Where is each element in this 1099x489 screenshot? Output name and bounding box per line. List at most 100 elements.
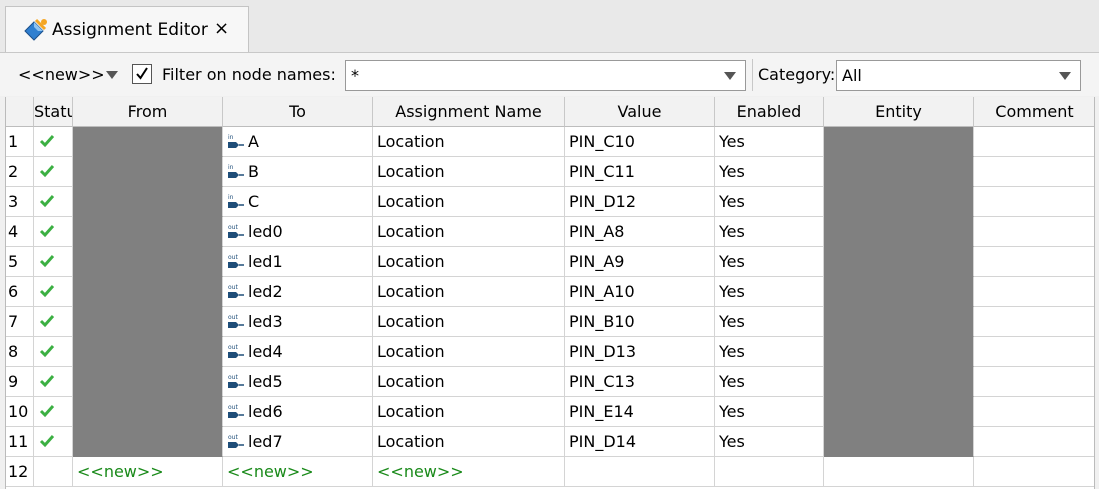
table-row[interactable]: 10 out led6 Location PIN_E14 Yes [6,397,1094,427]
from-cell[interactable] [73,187,223,217]
column-header-entity[interactable]: Entity [824,97,974,127]
table-row[interactable]: 4 out led0 Location PIN_A8 Yes [6,217,1094,247]
new-assignment-name-cell[interactable]: <<new>> [373,457,565,487]
chevron-down-icon[interactable] [724,72,736,80]
from-cell[interactable] [73,157,223,187]
enabled-cell[interactable]: Yes [715,427,824,457]
enabled-cell[interactable]: Yes [715,217,824,247]
column-header-value[interactable]: Value [565,97,715,127]
enabled-cell[interactable]: Yes [715,307,824,337]
value-cell[interactable] [565,457,715,487]
table-row[interactable]: 6 out led2 Location PIN_A10 Yes [6,277,1094,307]
assignment-name-cell[interactable]: Location [373,307,565,337]
new-row[interactable]: 12 <<new>> <<new>> <<new>> [6,457,1094,487]
entity-cell[interactable] [824,277,974,307]
assignment-name-cell[interactable]: Location [373,277,565,307]
to-cell[interactable]: out led0 [223,217,373,247]
comment-cell[interactable] [974,277,1094,307]
entity-cell[interactable] [824,397,974,427]
column-header-to[interactable]: To [223,97,373,127]
table-row[interactable]: 2 in B Location PIN_C11 Yes [6,157,1094,187]
enabled-cell[interactable]: Yes [715,397,824,427]
enabled-cell[interactable]: Yes [715,157,824,187]
comment-cell[interactable] [974,187,1094,217]
column-header-enabled[interactable]: Enabled [715,97,824,127]
to-cell[interactable]: out led5 [223,367,373,397]
comment-cell[interactable] [974,157,1094,187]
to-cell[interactable]: in B [223,157,373,187]
to-cell[interactable]: out led4 [223,337,373,367]
comment-cell[interactable] [974,427,1094,457]
enabled-cell[interactable]: Yes [715,367,824,397]
to-cell[interactable]: in C [223,187,373,217]
assignment-name-cell[interactable]: Location [373,157,565,187]
column-header-status[interactable]: Statu [34,97,73,127]
value-cell[interactable]: PIN_C10 [565,127,715,157]
value-cell[interactable]: PIN_B10 [565,307,715,337]
column-header-assignment-name[interactable]: Assignment Name [373,97,565,127]
comment-cell[interactable] [974,337,1094,367]
value-cell[interactable]: PIN_E14 [565,397,715,427]
value-cell[interactable]: PIN_C13 [565,367,715,397]
new-to-cell[interactable]: <<new>> [223,457,373,487]
assignment-name-cell[interactable]: Location [373,367,565,397]
table-row[interactable]: 3 in C Location PIN_D12 Yes [6,187,1094,217]
table-row[interactable]: 1 in A Location PIN_C10 Yes [6,127,1094,157]
comment-cell[interactable] [974,367,1094,397]
comment-cell[interactable] [974,247,1094,277]
value-cell[interactable]: PIN_D12 [565,187,715,217]
table-row[interactable]: 9 out led5 Location PIN_C13 Yes [6,367,1094,397]
assignment-name-cell[interactable]: Location [373,187,565,217]
value-cell[interactable]: PIN_D13 [565,337,715,367]
entity-cell[interactable] [824,307,974,337]
assignment-name-cell[interactable]: Location [373,127,565,157]
value-cell[interactable]: PIN_A9 [565,247,715,277]
from-cell[interactable] [73,247,223,277]
value-cell[interactable]: PIN_A8 [565,217,715,247]
to-cell[interactable]: out led1 [223,247,373,277]
entity-cell[interactable] [824,187,974,217]
column-header-comment[interactable]: Comment [974,97,1094,127]
table-row[interactable]: 7 out led3 Location PIN_B10 Yes [6,307,1094,337]
assignment-name-cell[interactable]: Location [373,337,565,367]
entity-cell[interactable] [824,367,974,397]
chevron-down-icon[interactable] [1059,72,1071,80]
entity-cell[interactable] [824,457,974,487]
assignment-name-cell[interactable]: Location [373,397,565,427]
enabled-cell[interactable] [715,457,824,487]
table-row[interactable]: 5 out led1 Location PIN_A9 Yes [6,247,1094,277]
enabled-cell[interactable]: Yes [715,187,824,217]
enabled-cell[interactable]: Yes [715,277,824,307]
category-combobox[interactable]: All [836,60,1081,91]
table-row[interactable]: 11 out led7 Location PIN_D14 Yes [6,427,1094,457]
comment-cell[interactable] [974,397,1094,427]
to-cell[interactable]: out led3 [223,307,373,337]
from-cell[interactable] [73,277,223,307]
entity-cell[interactable] [824,157,974,187]
from-cell[interactable] [73,217,223,247]
to-cell[interactable]: out led2 [223,277,373,307]
filter-checkbox[interactable] [132,64,152,84]
entity-cell[interactable] [824,427,974,457]
enabled-cell[interactable]: Yes [715,247,824,277]
node-filter-combobox[interactable]: * [345,60,746,91]
from-cell[interactable] [73,337,223,367]
value-cell[interactable]: PIN_C11 [565,157,715,187]
new-from-cell[interactable]: <<new>> [73,457,223,487]
to-cell[interactable]: in A [223,127,373,157]
comment-cell[interactable] [974,127,1094,157]
entity-cell[interactable] [824,127,974,157]
entity-cell[interactable] [824,337,974,367]
column-header-from[interactable]: From [73,97,223,127]
comment-cell[interactable] [974,307,1094,337]
comment-cell[interactable] [974,457,1094,487]
entity-cell[interactable] [824,247,974,277]
from-cell[interactable] [73,127,223,157]
from-cell[interactable] [73,367,223,397]
assignment-name-cell[interactable]: Location [373,247,565,277]
from-cell[interactable] [73,427,223,457]
table-row[interactable]: 8 out led4 Location PIN_D13 Yes [6,337,1094,367]
enabled-cell[interactable]: Yes [715,127,824,157]
value-cell[interactable]: PIN_D14 [565,427,715,457]
to-cell[interactable]: out led6 [223,397,373,427]
